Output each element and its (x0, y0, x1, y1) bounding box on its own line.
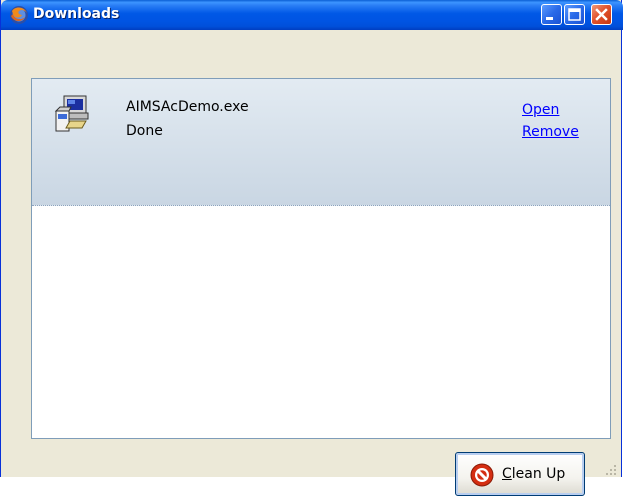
download-status: Done (126, 123, 163, 139)
installer-file-icon (50, 94, 92, 136)
firefox-icon (9, 5, 29, 25)
resize-grip-icon[interactable] (605, 461, 617, 475)
downloads-window: Downloads AIMSAcDemo.exe Done Open Remov… (0, 0, 623, 496)
clean-up-label-rest: lean Up (511, 466, 566, 482)
close-button[interactable] (591, 4, 612, 25)
remove-link[interactable]: Remove (522, 124, 579, 140)
download-item[interactable]: AIMSAcDemo.exe Done Open Remove (32, 79, 610, 206)
clean-up-label: Clean Up (502, 466, 565, 482)
open-link[interactable]: Open (522, 102, 559, 118)
clean-up-button[interactable]: Clean Up (455, 452, 585, 496)
maximize-button[interactable] (564, 4, 585, 25)
window-title: Downloads (33, 6, 120, 22)
downloads-list[interactable]: AIMSAcDemo.exe Done Open Remove (31, 78, 611, 439)
download-file-name: AIMSAcDemo.exe (126, 99, 249, 115)
minimize-button[interactable] (541, 4, 562, 25)
no-entry-icon (470, 463, 494, 487)
clean-up-accelerator: C (502, 466, 512, 482)
title-bar[interactable]: Downloads (1, 0, 623, 30)
window-client-area: AIMSAcDemo.exe Done Open Remove Clean Up (1, 30, 621, 496)
